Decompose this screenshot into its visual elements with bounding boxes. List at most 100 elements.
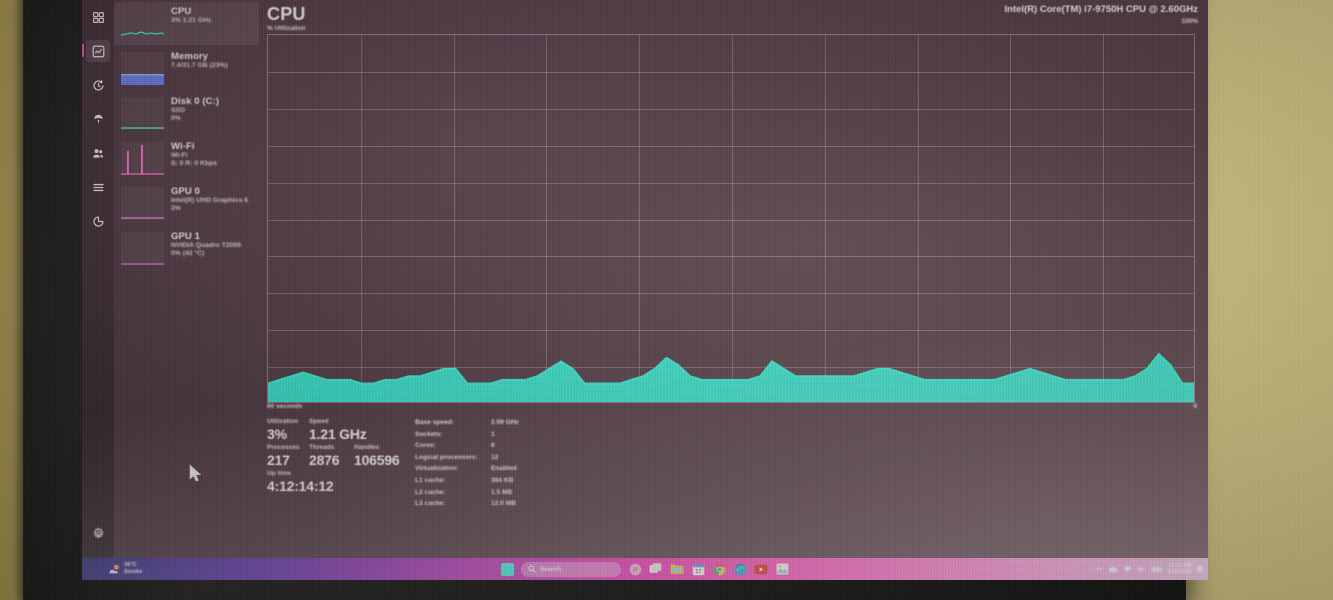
cpu-detail-panel: CPU % Utilization Intel(R) Core(TM) i7-9… [259, 0, 1208, 560]
gridline-vertical [546, 35, 548, 402]
sidebar-item-details[interactable] [86, 176, 110, 198]
stat-key: L3 cache: [415, 500, 446, 508]
screen-scanlines [82, 0, 1208, 580]
gear-icon[interactable] [86, 522, 110, 544]
memory-text: Memory 7.4/31.7 GB (23%) [171, 50, 228, 70]
resource-item-gpu1[interactable]: GPU 1 NVIDIA Quadro T2000 0% (42 °C) [114, 227, 259, 270]
stat-base-speed: Base speed: 2.59 GHz [415, 417, 1198, 429]
sidebar-item-app-history[interactable] [86, 74, 110, 96]
cpu-model-group: Intel(R) Core(TM) i7-9750H CPU @ 2.60GHz… [1005, 4, 1199, 25]
wifi-text: Wi-Fi Wi-Fi S: 0 R: 0 Kbps [171, 140, 217, 169]
mouse-cursor [189, 464, 202, 482]
navigation-rail [82, 0, 114, 560]
chevron-up-icon[interactable] [1095, 566, 1103, 572]
stats-primary: Utilization 3% Speed 1.21 GHz Processes … [267, 417, 415, 510]
resource-detail-1: 3% 1.21 GHz [171, 17, 212, 24]
gpu1-sparkline [121, 232, 164, 265]
stat-value: 384 KB [491, 476, 514, 484]
stat-label: Utilization [267, 418, 299, 425]
stat-handles: Handles 106596 [354, 443, 414, 469]
stat-l1-cache: L1 cache: 384 KB [415, 475, 1198, 487]
gpu1-text: GPU 1 NVIDIA Quadro T2000 0% (42 °C) [171, 230, 241, 259]
weather-temperature: 36°C [124, 562, 137, 569]
gpu0-text: GPU 0 Intel(R) UHD Graphics 6 2% [171, 185, 248, 214]
gpu0-sparkline [121, 187, 164, 220]
y-axis-max-label: 100% [1181, 18, 1198, 25]
stat-l3-cache: L3 cache: 12.0 MB [415, 498, 1198, 510]
stats-row-processes: Processes 217 Threads 2876 Handles 10659… [267, 443, 415, 469]
stat-logical-processors: Logical processors: 12 [415, 452, 1198, 464]
chart-area-fill [268, 354, 1194, 402]
battery-icon[interactable] [1151, 566, 1163, 573]
windows-start-icon[interactable] [501, 562, 514, 576]
sidebar-item-processes[interactable] [86, 6, 110, 28]
resource-detail-1: Wi-Fi [171, 152, 188, 159]
taskbar-center: Search 17 [501, 561, 789, 577]
stat-uptime: Up time 4:12:14:12 [267, 469, 334, 495]
cpu-utilization-graph[interactable] [267, 34, 1195, 403]
disk0-sparkline [121, 97, 164, 130]
gridline-vertical [453, 35, 455, 402]
weather-smoke-icon [109, 564, 119, 573]
resource-item-memory[interactable]: Memory 7.4/31.7 GB (23%) [114, 47, 259, 90]
clock[interactable]: 11:33 AM 6/16/2024 [1168, 563, 1191, 575]
resource-detail-1: 7.4/31.7 GB (23%) [171, 62, 228, 69]
stat-threads: Threads 2876 [309, 443, 354, 469]
gridline-horizontal [268, 108, 1194, 110]
monitor-bezel: Performance Run new task ··· [23, 0, 1208, 600]
resource-detail-1: Intel(R) UHD Graphics 6 [171, 197, 249, 204]
file-explorer-icon[interactable] [670, 562, 684, 576]
stat-key: Logical processors: [415, 453, 478, 461]
chrome-icon[interactable] [712, 562, 726, 576]
photograph-of-monitor: Performance Run new task ··· [0, 0, 1333, 600]
copilot-icon[interactable] [628, 562, 642, 576]
monitor-screen: Performance Run new task ··· [82, 0, 1208, 580]
resource-item-gpu0[interactable]: GPU 0 Intel(R) UHD Graphics 6 2% [114, 182, 259, 225]
resource-detail-2: 2% [171, 205, 181, 213]
sidebar-item-startup-apps[interactable] [86, 108, 110, 130]
stat-label: Threads [309, 444, 335, 451]
cpu-text: CPU 3% 1.21 GHz [171, 5, 211, 25]
sidebar-item-performance[interactable] [82, 40, 110, 62]
stat-virtualization: Virtualization: Enabled [415, 463, 1198, 475]
photos-icon[interactable] [775, 562, 789, 576]
edge-icon[interactable] [733, 562, 747, 576]
search-icon [528, 565, 536, 573]
resource-detail-2: S: 0 R: 0 Kbps [171, 160, 218, 168]
search-input[interactable]: Search [521, 561, 621, 577]
stat-value: 12.0 MB [491, 500, 516, 508]
gridline-horizontal [268, 71, 1194, 73]
resource-item-cpu[interactable]: CPU 3% 1.21 GHz [114, 2, 259, 45]
stats-row-uptime: Up time 4:12:14:12 [267, 469, 415, 495]
stat-label: Up time [267, 470, 291, 477]
stat-label: Processes [267, 444, 300, 451]
screen-glare [82, 0, 1208, 580]
disk0-text: Disk 0 (C:) SSD 0% [171, 95, 219, 124]
weather-widget[interactable]: 36°C Smoke [108, 562, 142, 575]
task-view-icon[interactable] [649, 562, 663, 576]
graph-wrapper: 60 seconds 0 [267, 34, 1198, 410]
sidebar-item-services[interactable] [86, 210, 110, 232]
bell-icon[interactable] [1196, 565, 1204, 574]
chart-line [268, 354, 1194, 383]
graph-gridlines [268, 35, 1194, 402]
resource-detail-1: SSD [171, 107, 185, 114]
resource-detail-2: 0% (42 °C) [171, 250, 205, 258]
speaker-icon[interactable] [1137, 565, 1146, 573]
resource-list: CPU 3% 1.21 GHz Memory 7.4/31.7 GB (23%)… [114, 0, 259, 560]
stat-cores: Cores: 6 [415, 440, 1198, 452]
system-tray: 11:33 AM 6/16/2024 [1095, 563, 1204, 575]
stat-key: L2 cache: [415, 488, 446, 496]
screen-color-cast [82, 0, 1208, 580]
stat-utilization: Utilization 3% [267, 417, 309, 443]
calendar-icon[interactable]: 17 [691, 562, 705, 576]
cloud-icon[interactable] [1108, 566, 1118, 573]
stat-label: Handles [354, 444, 380, 451]
sidebar-item-users[interactable] [86, 142, 110, 164]
youtube-icon[interactable] [754, 562, 768, 576]
stat-value: 1 [491, 430, 495, 438]
wifi-icon[interactable] [1123, 565, 1132, 573]
resource-item-wifi[interactable]: Wi-Fi Wi-Fi S: 0 R: 0 Kbps [114, 137, 259, 180]
gridline-vertical [917, 35, 919, 402]
resource-item-disk0[interactable]: Disk 0 (C:) SSD 0% [114, 92, 259, 135]
